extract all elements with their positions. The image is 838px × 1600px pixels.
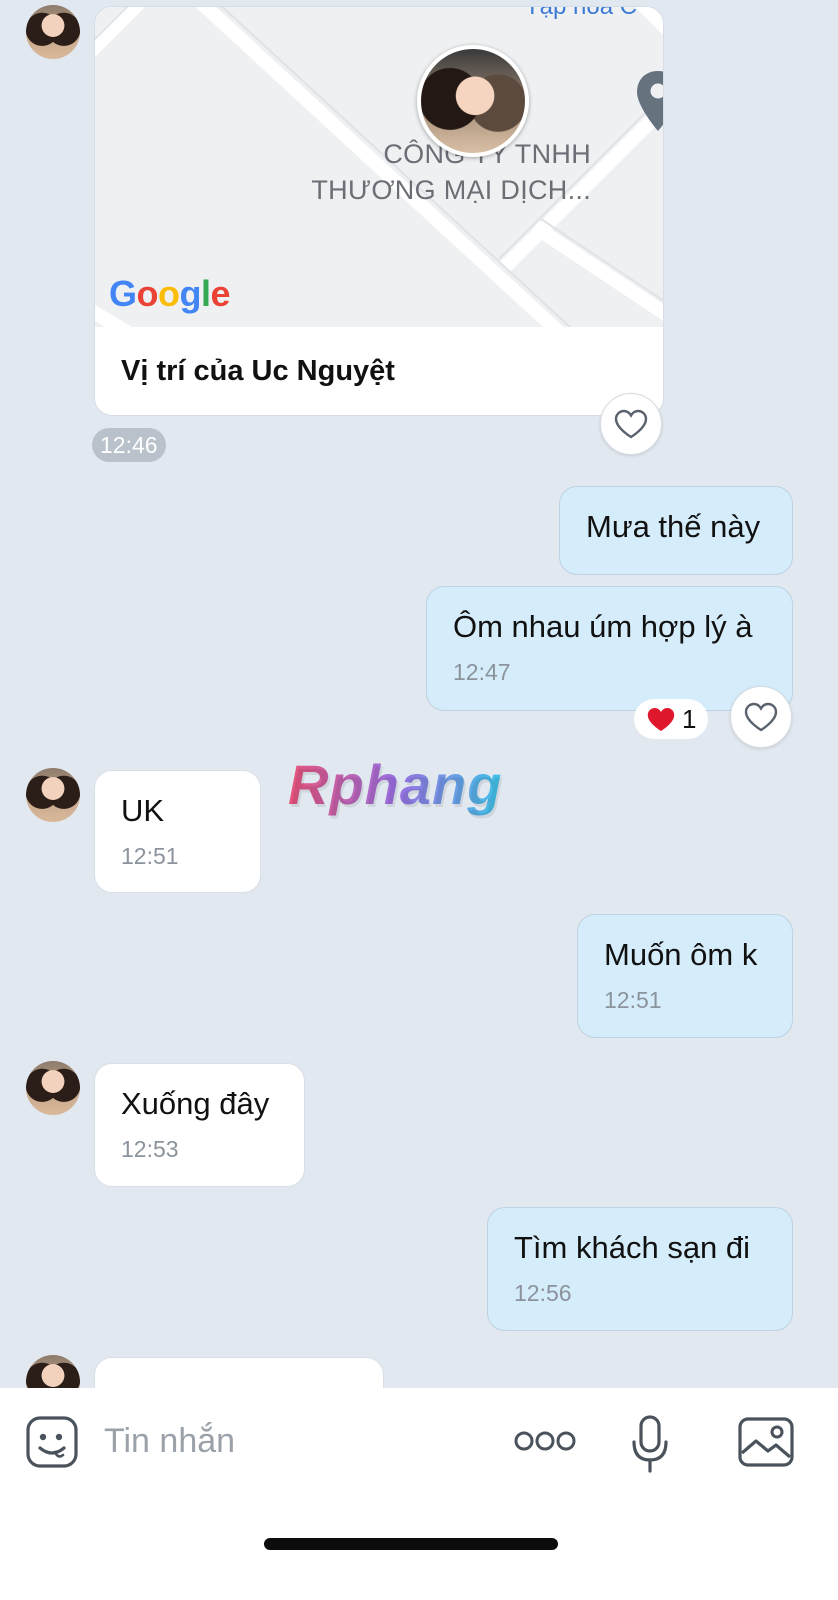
message-text: Mưa thế này <box>586 509 761 544</box>
message-bubble-received[interactable]: UK 12:51 <box>94 770 261 893</box>
image-gallery-icon <box>738 1417 794 1467</box>
more-dots-icon <box>514 1431 576 1451</box>
message-bubble-sent[interactable]: Muốn ôm k 12:51 <box>577 914 793 1038</box>
message-time: 12:51 <box>604 987 662 1013</box>
message-text: Ôm nhau úm hợp lý à <box>453 609 753 644</box>
reaction-badge[interactable]: 1 <box>634 699 709 739</box>
message-text: Tìm khách sạn đi <box>514 1230 751 1265</box>
location-caption: Vị trí của Uc Nguyệt <box>121 355 395 387</box>
map-preview[interactable]: Tạp hoá C CÔNG TY TNHH THƯƠNG MẠI DỊCH..… <box>95 7 663 327</box>
message-bubble-sent[interactable]: Ôm nhau úm hợp lý à 12:47 <box>426 586 793 711</box>
location-time: 12:46 <box>92 428 166 462</box>
message-time: 12:53 <box>121 1136 179 1162</box>
message-text: Xuống đây <box>121 1086 270 1121</box>
heart-outline-icon <box>614 409 648 439</box>
sticker-button[interactable] <box>24 1414 80 1470</box>
home-indicator[interactable] <box>264 1538 558 1550</box>
message-text: Muốn ôm k <box>604 937 758 972</box>
message-bubble-sent[interactable]: Tìm khách sạn đi 12:56 <box>487 1207 793 1331</box>
heart-outline-icon <box>744 702 778 732</box>
map-place-label-line2: THƯƠNG MẠI DỊCH... <box>311 175 591 205</box>
watermark-logo: Rphang <box>288 753 503 816</box>
message-time: 12:56 <box>514 1280 572 1306</box>
message-text: UK <box>121 793 165 828</box>
voice-message-button[interactable] <box>630 1414 670 1474</box>
message-time: 12:47 <box>453 659 511 685</box>
map-user-avatar <box>417 45 529 157</box>
google-logo: Google <box>109 273 231 314</box>
contact-avatar[interactable] <box>26 1061 80 1115</box>
message-time: 12:51 <box>121 843 179 869</box>
message-bubble-sent[interactable]: Mưa thế này <box>559 486 793 575</box>
reaction-count: 1 <box>682 703 697 734</box>
microphone-icon <box>632 1415 668 1473</box>
like-button[interactable] <box>600 393 662 455</box>
more-options-button[interactable] <box>512 1424 578 1458</box>
contact-avatar[interactable] <box>26 5 80 59</box>
photo-button[interactable] <box>738 1416 794 1468</box>
location-card[interactable]: Tạp hoá C CÔNG TY TNHH THƯƠNG MẠI DỊCH..… <box>94 6 664 416</box>
map-pin-icon <box>637 71 663 131</box>
like-button[interactable] <box>730 686 792 748</box>
message-input[interactable]: Tin nhắn <box>104 1422 235 1461</box>
contact-avatar[interactable] <box>26 768 80 822</box>
map-place-label-top: Tạp hoá C <box>525 7 637 21</box>
composer-bar: Tin nhắn <box>0 1388 838 1600</box>
red-heart-icon <box>647 707 675 731</box>
sticker-smiley-icon <box>26 1416 78 1468</box>
message-bubble-received[interactable]: Xuống đây 12:53 <box>94 1063 305 1187</box>
